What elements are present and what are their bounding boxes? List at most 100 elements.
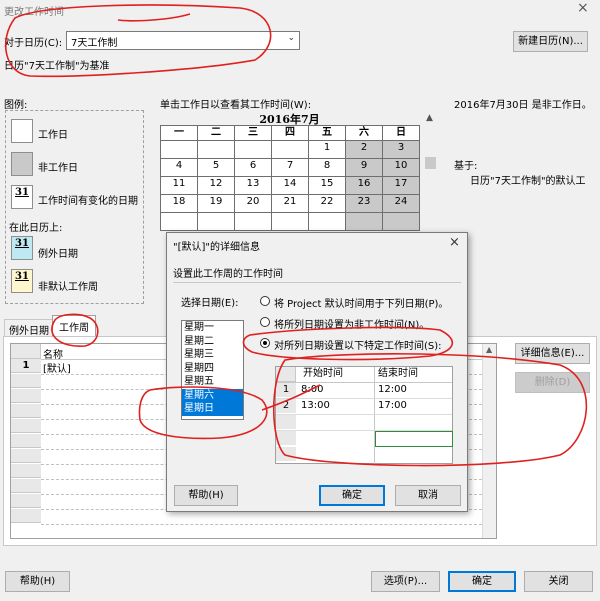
calendar-day[interactable]: 7 — [271, 158, 309, 177]
wt-row-number — [276, 415, 296, 429]
calendar-day[interactable]: 17 — [382, 176, 420, 195]
calendar-day[interactable] — [234, 212, 272, 231]
wt-row-number — [276, 447, 296, 461]
day-option[interactable]: 星期五 — [182, 375, 243, 389]
working-time-table[interactable]: 开始时间 结束时间 1 8:00 12:00 2 13:00 17:00 — [275, 366, 453, 465]
calendar-day[interactable]: 12 — [197, 176, 235, 195]
select-days-label: 选择日期(E): — [181, 298, 239, 309]
calendar-day[interactable] — [271, 212, 309, 231]
calendar-day[interactable]: 23 — [345, 194, 383, 213]
calendar-day[interactable]: 6 — [234, 158, 272, 177]
radio-specific-time-label[interactable]: 对所列日期设置以下特定工作时间(S): — [274, 337, 442, 352]
day-option[interactable]: 星期二 — [182, 335, 243, 349]
calendar-day[interactable]: 21 — [271, 194, 309, 213]
calendar-day[interactable]: 5 — [197, 158, 235, 177]
weekday-header: 二 — [197, 125, 235, 141]
wt-end-cell[interactable]: 12:00 — [378, 383, 407, 397]
details-button[interactable]: 详细信息(E)... — [515, 343, 590, 364]
calendar-day[interactable] — [160, 212, 198, 231]
calendar-day[interactable]: 11 — [160, 176, 198, 195]
wt-header-corner — [276, 367, 296, 382]
based-on-marker — [425, 157, 436, 169]
grid-row-number — [11, 494, 41, 508]
delete-button[interactable]: 删除(D) — [515, 372, 590, 393]
calendar-day[interactable] — [234, 140, 272, 159]
day-option[interactable]: 星期六 — [182, 388, 243, 402]
wt-end-cell[interactable]: 17:00 — [378, 399, 407, 413]
calendar-day[interactable]: 19 — [197, 194, 235, 213]
calendar-day[interactable]: 2 — [345, 140, 383, 159]
chevron-down-icon: ⌄ — [287, 33, 295, 43]
radio-default-time[interactable] — [260, 296, 270, 306]
scroll-up-icon[interactable]: ▲ — [486, 345, 492, 354]
wt-col-start: 开始时间 — [303, 368, 343, 379]
tab-work-weeks[interactable]: 工作周 — [52, 315, 96, 337]
calendar-day[interactable] — [197, 212, 235, 231]
radio-specific-time[interactable] — [260, 338, 270, 348]
calendar-select-label: 对于日历(C): — [4, 38, 63, 49]
radio-nonworking-label[interactable]: 将所列日期设置为非工作时间(N)。 — [274, 316, 429, 331]
calendar-day[interactable]: 16 — [345, 176, 383, 195]
calendar-day[interactable] — [160, 140, 198, 159]
day-option[interactable]: 星期日 — [182, 402, 243, 416]
options-button[interactable]: 选项(P)... — [371, 571, 440, 592]
legend-swatch-working — [11, 119, 33, 143]
calendar-day[interactable] — [308, 212, 346, 231]
day-listbox[interactable]: 星期一 星期二 星期三 星期四 星期五 星期六 星期日 — [181, 320, 244, 420]
calendar-day[interactable]: 3 — [382, 140, 420, 159]
calendar-day[interactable] — [197, 140, 235, 159]
legend-label: 工作时间有变化的日期 — [38, 196, 138, 207]
dialog-ok-button[interactable]: 确定 — [319, 485, 385, 506]
close-icon[interactable]: × — [577, 0, 589, 16]
wt-row-number: 1 — [276, 383, 296, 397]
help-button[interactable]: 帮助(H) — [5, 571, 70, 592]
grid-row-number — [11, 449, 41, 463]
calendar-select[interactable]: 7天工作制 ⌄ — [66, 31, 300, 50]
calendar-day[interactable]: 20 — [234, 194, 272, 213]
calendar-day[interactable]: 9 — [345, 158, 383, 177]
grid-header-corner — [11, 344, 41, 359]
legend-swatch-nonworking — [11, 152, 33, 176]
calendar-day[interactable] — [271, 140, 309, 159]
calendar-day[interactable]: 13 — [234, 176, 272, 195]
calendar-day[interactable]: 1 — [308, 140, 346, 159]
legend-label: 非工作日 — [38, 163, 78, 174]
close-button[interactable]: 关闭 — [524, 571, 593, 592]
day-option[interactable]: 星期一 — [182, 321, 243, 335]
dialog-close-icon[interactable]: × — [449, 235, 460, 250]
dialog-help-button[interactable]: 帮助(H) — [174, 485, 238, 506]
wt-start-cell[interactable]: 8:00 — [301, 383, 323, 397]
legend-swatch-changed: 31 — [11, 185, 33, 209]
day-option[interactable]: 星期三 — [182, 348, 243, 362]
month-calendar[interactable]: 一 二 三 四 五 六 日 1 2 3 4 5 6 7 8 9 10 11 12… — [160, 125, 420, 231]
grid-scrollbar[interactable]: ▲ — [482, 344, 496, 538]
ok-button[interactable]: 确定 — [448, 571, 516, 592]
calendar-day[interactable]: 18 — [160, 194, 198, 213]
calendar-scroll-up-icon[interactable]: ▲ — [426, 113, 433, 123]
calendar-day[interactable]: 24 — [382, 194, 420, 213]
grid-row-name[interactable]: [默认] — [43, 360, 71, 375]
calendar-day[interactable] — [382, 212, 420, 231]
radio-nonworking[interactable] — [260, 317, 270, 327]
calendar-day[interactable] — [345, 212, 383, 231]
grid-row-number: 1 — [11, 359, 41, 373]
day-option[interactable]: 星期四 — [182, 362, 243, 376]
weekday-header: 五 — [308, 125, 346, 141]
calendar-day[interactable]: 14 — [271, 176, 309, 195]
radio-default-time-label[interactable]: 将 Project 默认时间用于下列日期(P)。 — [274, 295, 448, 310]
calendar-instruction: 单击工作日以查看其工作时间(W): — [160, 100, 312, 111]
calendar-select-value: 7天工作制 — [71, 38, 118, 49]
legend-swatch-nondefault-week: 31 — [11, 269, 33, 293]
weekday-header: 一 — [160, 125, 198, 141]
calendar-day[interactable]: 8 — [308, 158, 346, 177]
grid-row-number — [11, 434, 41, 448]
calendar-day[interactable]: 4 — [160, 158, 198, 177]
calendar-day[interactable]: 22 — [308, 194, 346, 213]
dialog-cancel-button[interactable]: 取消 — [395, 485, 461, 506]
wt-active-cell[interactable] — [375, 431, 453, 447]
calendar-day[interactable]: 15 — [308, 176, 346, 195]
wt-start-cell[interactable]: 13:00 — [301, 399, 330, 413]
grid-row-number — [11, 509, 41, 523]
calendar-day[interactable]: 10 — [382, 158, 420, 177]
new-calendar-button[interactable]: 新建日历(N)... — [513, 31, 588, 52]
